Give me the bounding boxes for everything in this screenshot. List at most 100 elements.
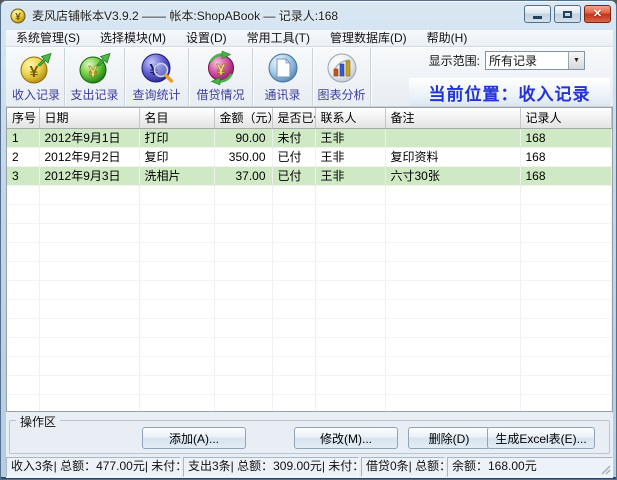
table-cell: 洗相片 — [139, 166, 214, 185]
table-empty-row — [7, 337, 612, 356]
status-expense: 支出3条| 总额：309.00元| 未付：0.00元 — [183, 457, 359, 477]
table-cell: 复印资料 — [385, 147, 520, 166]
loan-status-icon: ¥ — [204, 51, 238, 85]
table-cell: 王非 — [315, 147, 385, 166]
table-empty-row — [7, 356, 612, 375]
current-location-panel: 当前位置：收入记录 — [409, 78, 610, 106]
menu-help[interactable]: 帮助(H) — [417, 30, 478, 46]
column-header-0[interactable]: 序号 — [7, 108, 39, 128]
loan-status-button[interactable]: ¥ 借贷情况 — [189, 48, 253, 106]
expense-coin-icon: ¥ — [78, 51, 112, 85]
table-header-row: 序号日期名目金额（元）是否已付联系人备注记录人 — [7, 108, 612, 128]
table-cell: 168 — [520, 128, 612, 147]
toolbar-button-label: 图表分析 — [317, 86, 365, 103]
income-coin-icon: ¥ — [19, 51, 53, 85]
expense-records-button[interactable]: ¥ 支出记录 — [65, 48, 125, 106]
table-body: 12012年9月1日打印90.00未付王非16822012年9月2日复印350.… — [7, 128, 612, 412]
table-empty-row — [7, 204, 612, 223]
chart-analysis-icon — [325, 51, 359, 85]
close-icon: ✕ — [593, 9, 602, 20]
svg-text:¥: ¥ — [30, 64, 39, 81]
table-empty-row — [7, 261, 612, 280]
table-cell: 37.00 — [214, 166, 272, 185]
svg-text:¥: ¥ — [88, 64, 97, 81]
toolbar-button-label: 收入记录 — [12, 86, 60, 103]
table-cell: 3 — [7, 166, 39, 185]
menu-database[interactable]: 管理数据库(D) — [320, 30, 417, 46]
column-header-7[interactable]: 记录人 — [520, 108, 612, 128]
table-cell: 打印 — [139, 128, 214, 147]
chart-analysis-button[interactable]: 图表分析 — [313, 48, 371, 106]
column-header-2[interactable]: 名目 — [139, 108, 214, 128]
menu-bar: 系统管理(S) 选择模块(M) 设置(D) 常用工具(T) 管理数据库(D) 帮… — [6, 30, 613, 47]
display-range-label: 显示范围: — [429, 52, 480, 69]
status-income: 收入3条| 总额：477.00元| 未付：90.00元 — [6, 457, 181, 477]
table-cell: 已付 — [272, 166, 315, 185]
table-cell: 350.00 — [214, 147, 272, 166]
client-area: 系统管理(S) 选择模块(M) 设置(D) 常用工具(T) 管理数据库(D) 帮… — [6, 30, 613, 478]
table-cell — [385, 128, 520, 147]
operation-groupbox: 操作区 添加(A)... 修改(M)... 删除(D) 生成Excel表(E).… — [9, 420, 610, 454]
minimize-button[interactable] — [524, 5, 551, 23]
table-cell: 未付 — [272, 128, 315, 147]
contacts-button[interactable]: 通讯录 — [253, 48, 313, 106]
modify-button[interactable]: 修改(M)... — [294, 427, 398, 449]
query-stats-icon: ¥ — [140, 51, 174, 85]
column-header-4[interactable]: 是否已付 — [272, 108, 315, 128]
table-cell: 2 — [7, 147, 39, 166]
table-empty-row — [7, 185, 612, 204]
contacts-icon — [266, 51, 300, 85]
app-logo-icon: ¥ — [10, 8, 26, 24]
table-cell: 2012年9月2日 — [39, 147, 139, 166]
app-window: ¥ 麦风店铺帐本V3.9.2 —— 帐本:ShopABook — 记录人:168… — [0, 0, 617, 480]
table-cell: 六寸30张 — [385, 166, 520, 185]
toolbar: ¥ 收入记录 ¥ 支出记录 ¥ — [6, 47, 613, 107]
records-table: 序号日期名目金额（元）是否已付联系人备注记录人 12012年9月1日打印90.0… — [7, 108, 612, 412]
delete-button[interactable]: 删除(D) — [408, 427, 490, 449]
query-statistics-button[interactable]: ¥ 查询统计 — [125, 48, 189, 106]
display-range-select[interactable]: 所有记录 ▼ — [485, 51, 585, 70]
operation-group-label: 操作区 — [16, 413, 60, 430]
menu-modules[interactable]: 选择模块(M) — [90, 30, 176, 46]
chevron-down-icon[interactable]: ▼ — [568, 52, 584, 69]
toolbar-button-label: 支出记录 — [70, 86, 118, 103]
menu-tools[interactable]: 常用工具(T) — [237, 30, 320, 46]
table-row[interactable]: 22012年9月2日复印350.00已付王非复印资料168 — [7, 147, 612, 166]
toolbar-button-label: 借贷情况 — [196, 86, 244, 103]
menu-settings[interactable]: 设置(D) — [176, 30, 237, 46]
table-empty-row — [7, 299, 612, 318]
export-excel-button[interactable]: 生成Excel表(E)... — [487, 427, 595, 449]
window-title: 麦风店铺帐本V3.9.2 —— 帐本:ShopABook — 记录人:168 — [32, 7, 338, 24]
toolbar-buttons: ¥ 收入记录 ¥ 支出记录 ¥ — [8, 48, 371, 106]
table-cell: 复印 — [139, 147, 214, 166]
column-header-6[interactable]: 备注 — [385, 108, 520, 128]
table-cell: 2012年9月1日 — [39, 128, 139, 147]
column-header-1[interactable]: 日期 — [39, 108, 139, 128]
add-button[interactable]: 添加(A)... — [142, 427, 246, 449]
table-row[interactable]: 12012年9月1日打印90.00未付王非168 — [7, 128, 612, 147]
table-cell: 1 — [7, 128, 39, 147]
title-bar[interactable]: ¥ 麦风店铺帐本V3.9.2 —— 帐本:ShopABook — 记录人:168… — [1, 1, 616, 30]
income-records-button[interactable]: ¥ 收入记录 — [8, 48, 65, 106]
resize-grip[interactable] — [599, 463, 611, 475]
menu-system[interactable]: 系统管理(S) — [6, 30, 90, 46]
table-cell: 王非 — [315, 128, 385, 147]
status-balance: 余额：168.00元 — [447, 457, 613, 477]
table-empty-row — [7, 223, 612, 242]
svg-text:¥: ¥ — [15, 12, 21, 23]
minimize-icon — [533, 16, 542, 19]
status-bar: 收入3条| 总额：477.00元| 未付：90.00元 支出3条| 总额：309… — [6, 457, 613, 477]
current-location-text: 当前位置：收入记录 — [429, 80, 591, 105]
table-empty-row — [7, 242, 612, 261]
table-empty-row — [7, 280, 612, 299]
close-button[interactable]: ✕ — [584, 5, 611, 23]
display-range-row: 显示范围: 所有记录 ▼ — [429, 51, 585, 70]
column-header-3[interactable]: 金额（元） — [214, 108, 272, 128]
table-row[interactable]: 32012年9月3日洗相片37.00已付王非六寸30张168 — [7, 166, 612, 185]
maximize-button[interactable] — [554, 5, 581, 23]
svg-text:¥: ¥ — [216, 62, 225, 79]
records-table-container: 序号日期名目金额（元）是否已付联系人备注记录人 12012年9月1日打印90.0… — [6, 107, 613, 412]
table-cell: 已付 — [272, 147, 315, 166]
window-controls: ✕ — [524, 5, 611, 23]
column-header-5[interactable]: 联系人 — [315, 108, 385, 128]
